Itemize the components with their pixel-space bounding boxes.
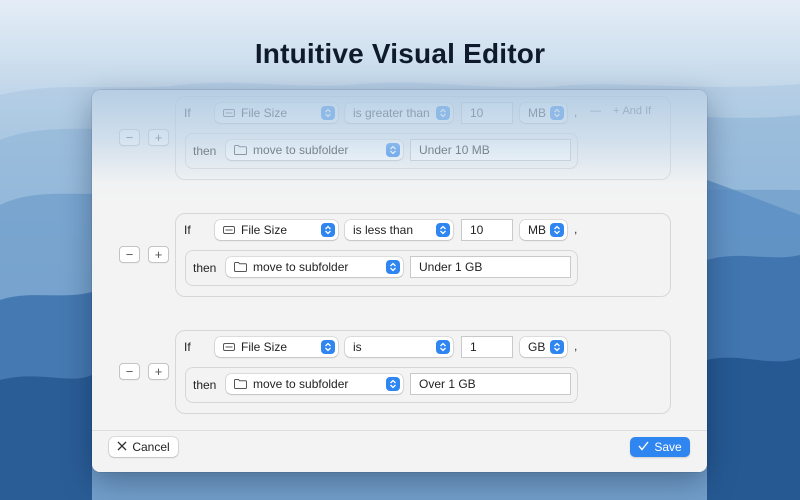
updown-chevron-icon xyxy=(436,106,450,120)
updown-chevron-icon xyxy=(321,106,335,120)
then-row: then move to subfolder Under 1 GB xyxy=(185,250,578,286)
then-row: then move to subfolder Under 10 MB xyxy=(185,133,578,169)
rule-box: If File Size is less than 10 MB , then m… xyxy=(175,213,671,297)
updown-chevron-icon xyxy=(386,260,400,274)
rule-editor-window: − + If File Size is greater than 10 MB , xyxy=(92,90,707,472)
then-label: then xyxy=(193,378,217,392)
if-label: If xyxy=(184,340,191,354)
unit-popup-label: MB xyxy=(528,223,546,237)
action-popup[interactable]: move to subfolder xyxy=(226,374,403,394)
and-if-button[interactable]: + And If xyxy=(613,105,651,117)
folder-icon xyxy=(234,379,247,389)
if-label: If xyxy=(184,106,191,120)
cancel-button[interactable]: Cancel xyxy=(109,437,178,457)
unit-popup[interactable]: MB xyxy=(520,103,567,123)
updown-chevron-icon xyxy=(386,377,400,391)
comma: , xyxy=(574,339,578,353)
updown-chevron-icon xyxy=(321,223,335,237)
field-popup[interactable]: File Size xyxy=(215,103,338,123)
action-popup-label: move to subfolder xyxy=(253,143,349,157)
value-field[interactable]: 10 xyxy=(461,219,513,241)
remove-rule-button[interactable]: − xyxy=(119,129,140,146)
target-folder-field[interactable]: Under 1 GB xyxy=(410,256,571,278)
comma: , xyxy=(574,105,578,119)
footer-bar: Cancel Save xyxy=(92,430,707,472)
operator-popup[interactable]: is less than xyxy=(345,220,453,240)
file-size-icon xyxy=(223,226,235,234)
add-rule-button[interactable]: + xyxy=(148,363,169,380)
action-popup[interactable]: move to subfolder xyxy=(226,140,403,160)
add-rule-button[interactable]: + xyxy=(148,246,169,263)
then-label: then xyxy=(193,261,217,275)
file-size-icon xyxy=(223,343,235,351)
then-row: then move to subfolder Over 1 GB xyxy=(185,367,578,403)
folder-icon xyxy=(234,262,247,272)
updown-chevron-icon xyxy=(386,143,400,157)
remove-rule-button[interactable]: − xyxy=(119,363,140,380)
remove-condition-button[interactable]: — xyxy=(590,105,601,117)
operator-popup[interactable]: is xyxy=(345,337,453,357)
operator-popup-label: is less than xyxy=(353,223,414,237)
updown-chevron-icon xyxy=(321,340,335,354)
if-label: If xyxy=(184,223,191,237)
headline: Intuitive Visual Editor xyxy=(254,38,546,69)
cancel-label: Cancel xyxy=(132,440,170,454)
x-icon xyxy=(117,440,127,454)
field-popup-label: File Size xyxy=(241,106,288,120)
rule-box: If File Size is 1 GB , then move to subf… xyxy=(175,330,671,414)
operator-popup[interactable]: is greater than xyxy=(345,103,453,123)
action-popup-label: move to subfolder xyxy=(253,260,349,274)
target-folder-field[interactable]: Under 10 MB xyxy=(410,139,571,161)
value-field[interactable]: 1 xyxy=(461,336,513,358)
save-label: Save xyxy=(654,440,682,454)
then-label: then xyxy=(193,144,217,158)
updown-chevron-icon xyxy=(550,223,564,237)
rule-box: If File Size is greater than 10 MB , — + xyxy=(175,96,671,180)
file-size-icon xyxy=(223,109,235,117)
unit-popup-label: GB xyxy=(528,340,546,354)
field-popup-label: File Size xyxy=(241,223,288,237)
field-popup[interactable]: File Size xyxy=(215,337,338,357)
value-field[interactable]: 10 xyxy=(461,102,513,124)
updown-chevron-icon xyxy=(550,340,564,354)
operator-popup-label: is greater than xyxy=(353,106,430,120)
unit-popup-label: MB xyxy=(528,106,546,120)
plus-icon: + xyxy=(613,105,620,117)
action-popup-label: move to subfolder xyxy=(253,377,349,391)
unit-popup[interactable]: MB xyxy=(520,220,567,240)
field-popup[interactable]: File Size xyxy=(215,220,338,240)
target-folder-field[interactable]: Over 1 GB xyxy=(410,373,571,395)
field-popup-label: File Size xyxy=(241,340,288,354)
folder-icon xyxy=(234,145,247,155)
unit-popup[interactable]: GB xyxy=(520,337,567,357)
add-rule-button[interactable]: + xyxy=(148,129,169,146)
action-popup[interactable]: move to subfolder xyxy=(226,257,403,277)
and-if-label: And If xyxy=(622,105,652,117)
remove-rule-button[interactable]: − xyxy=(119,246,140,263)
operator-popup-label: is xyxy=(353,340,362,354)
save-button[interactable]: Save xyxy=(630,437,690,457)
checkmark-icon xyxy=(638,440,649,454)
updown-chevron-icon xyxy=(550,106,564,120)
comma: , xyxy=(574,222,578,236)
updown-chevron-icon xyxy=(436,223,450,237)
updown-chevron-icon xyxy=(436,340,450,354)
